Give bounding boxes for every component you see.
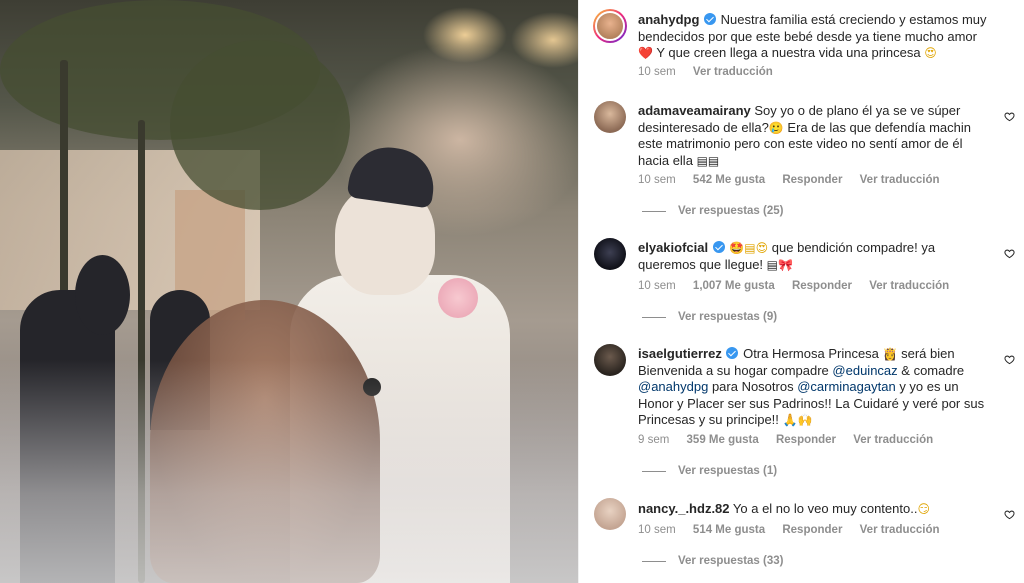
post-video[interactable] — [0, 0, 578, 583]
comment-likes[interactable]: 1,007 Me gusta — [693, 280, 775, 292]
comment-username[interactable]: elyakiofcial — [638, 240, 708, 255]
verified-badge-icon — [704, 13, 717, 25]
video-flower — [438, 278, 478, 318]
comment-time: 10 sem — [638, 280, 676, 292]
post-author-avatar[interactable] — [593, 9, 627, 43]
heart-outline-icon[interactable] — [1004, 248, 1015, 259]
emoji-glyphs: 🤩▤😍 — [729, 241, 769, 255]
post-meta: 10 sem Ver traducción — [638, 66, 787, 78]
comment-text: elyakiofcial 🤩▤😍 que bendición compadre!… — [638, 240, 990, 273]
comment-avatar[interactable] — [594, 238, 626, 270]
comment-meta: 10 sem 1,007 Me gusta Responder Ver trad… — [638, 280, 963, 292]
translate-link[interactable]: Ver traducción — [860, 524, 940, 536]
comment-username[interactable]: adamaveamairany — [638, 103, 751, 118]
post-author-username[interactable]: anahydpg — [638, 12, 699, 27]
mention-link[interactable]: @carminagaytan — [797, 379, 895, 394]
heart-eyes-emoji: 😍 — [924, 46, 937, 60]
post-caption-text-2: Y que creen llega a nuestra vida una pri… — [656, 45, 921, 60]
heart-outline-icon[interactable] — [1004, 111, 1015, 122]
verified-badge-icon — [712, 241, 725, 253]
post-caption: anahydpg Nuestra familia está creciendo … — [638, 12, 990, 62]
video-tree-leaves — [170, 40, 350, 210]
comment-time: 10 sem — [638, 174, 676, 186]
translate-link[interactable]: Ver traducción — [869, 280, 949, 292]
comment-likes[interactable]: 514 Me gusta — [693, 524, 765, 536]
replies-divider — [642, 210, 666, 212]
view-replies-button[interactable]: Ver respuestas (1) — [642, 465, 777, 477]
smirk-emoji: 😏 — [917, 502, 930, 516]
comment-avatar[interactable] — [594, 101, 626, 133]
post-translate-link[interactable]: Ver traducción — [693, 66, 773, 78]
comment-meta: 10 sem 514 Me gusta Responder Ver traduc… — [638, 524, 954, 536]
video-smoke — [0, 360, 578, 583]
video-man-cap — [346, 142, 439, 209]
comment-meta: 10 sem 542 Me gusta Responder Ver traduc… — [638, 174, 954, 186]
comment-likes[interactable]: 359 Me gusta — [687, 434, 759, 446]
view-replies-label: Ver respuestas (33) — [678, 555, 784, 567]
red-heart-emoji: ❤️ — [638, 46, 653, 60]
reply-button[interactable]: Responder — [776, 434, 836, 446]
hands-emoji: 🙏🙌 — [782, 413, 813, 427]
smiling-tear-emoji: 🥲 — [768, 120, 784, 135]
view-replies-label: Ver respuestas (25) — [678, 205, 784, 217]
view-replies-label: Ver respuestas (9) — [678, 311, 778, 323]
comment-body: Yo a el no lo veo muy contento.. — [732, 501, 918, 516]
comment-text: isaelgutierrez Otra Hermosa Princesa 👸 s… — [638, 346, 990, 429]
comment-time: 9 sem — [638, 434, 670, 446]
comment-avatar[interactable] — [594, 498, 626, 530]
replies-divider — [642, 470, 666, 472]
translate-link[interactable]: Ver traducción — [860, 174, 940, 186]
view-replies-label: Ver respuestas (1) — [678, 465, 778, 477]
comment-body-continued: para Nosotros — [711, 379, 794, 394]
replies-divider — [642, 316, 666, 318]
mention-link[interactable]: @eduincaz — [832, 363, 897, 378]
comment-meta: 9 sem 359 Me gusta Responder Ver traducc… — [638, 434, 947, 446]
view-replies-button[interactable]: Ver respuestas (33) — [642, 555, 783, 567]
comment-text: adamaveamairany Soy yo o de plano él ya … — [638, 103, 990, 169]
comment-text: nancy._.hdz.82 Yo a el no lo veo muy con… — [638, 501, 990, 518]
view-replies-button[interactable]: Ver respuestas (9) — [642, 311, 777, 323]
comment-username[interactable]: nancy._.hdz.82 — [638, 501, 730, 516]
comment-username[interactable]: isaelgutierrez — [638, 346, 722, 361]
comment-likes[interactable]: 542 Me gusta — [693, 174, 765, 186]
verified-badge-icon — [726, 347, 739, 359]
comment-body-continued: & comadre — [901, 362, 965, 378]
princess-emoji: 👸 — [882, 347, 898, 361]
emoji-glyphs: ▤🎀 — [766, 257, 793, 272]
comment-time: 10 sem — [638, 524, 676, 536]
reply-button[interactable]: Responder — [782, 174, 842, 186]
comment-body: Otra Hermosa Princesa — [743, 346, 879, 361]
reply-button[interactable]: Responder — [782, 524, 842, 536]
heart-outline-icon[interactable] — [1004, 509, 1015, 520]
reply-button[interactable]: Responder — [792, 280, 852, 292]
replies-divider — [642, 560, 666, 562]
mention-link[interactable]: @anahydpg — [638, 379, 708, 394]
heart-outline-icon[interactable] — [1004, 354, 1015, 365]
translate-link[interactable]: Ver traducción — [853, 434, 933, 446]
emoji-glyphs: ▤▤ — [696, 153, 720, 168]
video-person-background — [75, 255, 130, 335]
comment-avatar[interactable] — [594, 344, 626, 376]
post-time: 10 sem — [638, 66, 676, 78]
view-replies-button[interactable]: Ver respuestas (25) — [642, 205, 783, 217]
